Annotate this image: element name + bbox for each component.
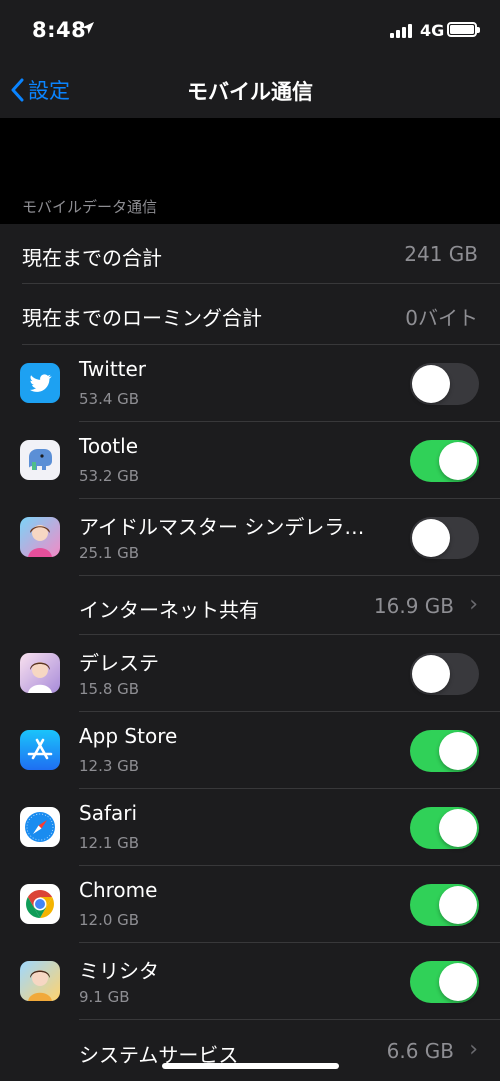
app-usage: 12.1 GB <box>79 834 140 852</box>
app-usage: 9.1 GB <box>79 988 130 1006</box>
app-row-tootle: Tootle 53.2 GB <box>0 422 500 499</box>
total-usage-value: 241 GB <box>404 242 478 266</box>
app-name: Tootle <box>79 434 138 458</box>
roaming-usage-row: 現在までのローミング合計 0バイト <box>0 284 500 345</box>
toggle-deresute[interactable] <box>410 653 479 695</box>
page-title: モバイル通信 <box>187 80 313 104</box>
chevron-right-icon: › <box>469 592 478 617</box>
app-row-idolmaster: アイドルマスター シンデレラ… 25.1 GB <box>0 499 500 576</box>
network-type: 4G <box>420 21 445 40</box>
section-header: モバイルデータ通信 <box>22 198 158 216</box>
app-usage: 53.2 GB <box>79 467 140 485</box>
idolmaster-icon <box>20 517 60 557</box>
app-usage: 25.1 GB <box>79 544 140 562</box>
deresute-icon <box>20 653 60 693</box>
system-services-row[interactable]: システムサービス 6.6 GB › <box>0 1020 500 1081</box>
safari-icon <box>20 807 60 847</box>
toggle-twitter[interactable] <box>410 363 479 405</box>
tootle-icon <box>20 440 60 480</box>
app-row-twitter: Twitter 53.4 GB <box>0 345 500 422</box>
app-name: アイドルマスター シンデレラ… <box>79 515 365 539</box>
system-services-value: 6.6 GB <box>386 1039 454 1063</box>
app-row-safari: Safari 12.1 GB <box>0 789 500 866</box>
personal-hotspot-row[interactable]: インターネット共有 16.9 GB › <box>0 576 500 635</box>
status-bar: 8:48 4G <box>0 0 500 62</box>
app-row-app-store: App Store 12.3 GB <box>0 712 500 789</box>
app-usage: 12.3 GB <box>79 757 140 775</box>
app-row-millishita: ミリシタ 9.1 GB <box>0 943 500 1020</box>
toggle-idolmaster[interactable] <box>410 517 479 559</box>
personal-hotspot-value: 16.9 GB <box>373 594 454 618</box>
home-indicator[interactable] <box>162 1063 339 1069</box>
cellular-signal-icon <box>390 24 414 38</box>
toggle-safari[interactable] <box>410 807 479 849</box>
app-store-icon <box>20 730 60 770</box>
total-usage-row: 現在までの合計 241 GB <box>0 224 500 284</box>
roaming-usage-label: 現在までのローミング合計 <box>22 306 262 330</box>
app-name: Chrome <box>79 878 158 902</box>
toggle-tootle[interactable] <box>410 440 479 482</box>
chevron-right-icon: › <box>469 1037 478 1062</box>
app-name: Safari <box>79 801 138 825</box>
navigation-bar: 設定 モバイル通信 <box>0 62 500 119</box>
app-name: Twitter <box>79 357 147 381</box>
millishita-icon <box>20 961 60 1001</box>
app-usage: 15.8 GB <box>79 680 140 698</box>
toggle-chrome[interactable] <box>410 884 479 926</box>
battery-icon <box>447 22 480 37</box>
app-row-deresute: デレステ 15.8 GB <box>0 635 500 712</box>
location-arrow-icon <box>82 22 94 34</box>
app-row-chrome: Chrome 12.0 GB <box>0 866 500 943</box>
app-name: App Store <box>79 724 178 748</box>
app-usage: 53.4 GB <box>79 390 140 408</box>
toggle-millishita[interactable] <box>410 961 479 1003</box>
app-name: ミリシタ <box>79 959 159 983</box>
toggle-app-store[interactable] <box>410 730 479 772</box>
twitter-icon <box>20 363 60 403</box>
personal-hotspot-label: インターネット共有 <box>79 598 259 622</box>
chrome-icon <box>20 884 60 924</box>
status-time: 8:48 <box>32 18 87 42</box>
app-name: デレステ <box>79 651 159 675</box>
total-usage-label: 現在までの合計 <box>22 246 162 270</box>
roaming-usage-value: 0バイト <box>405 306 478 330</box>
app-usage: 12.0 GB <box>79 911 140 929</box>
